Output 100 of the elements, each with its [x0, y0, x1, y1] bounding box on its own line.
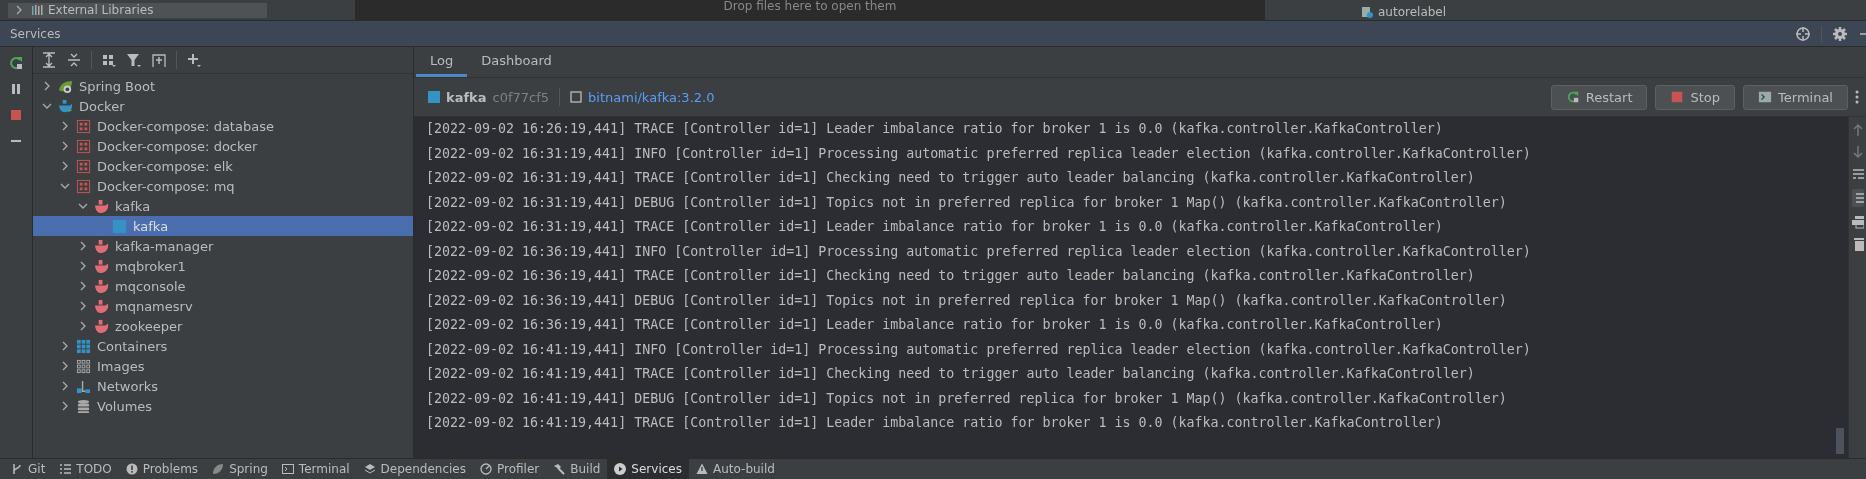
- tree-item[interactable]: Containers: [33, 336, 413, 356]
- whale-icon: [94, 318, 109, 334]
- tree-item[interactable]: External Libraries: [8, 2, 267, 18]
- scrollbar-thumb[interactable]: [1836, 428, 1844, 454]
- log-line: [2022-09-02 16:31:19,441] TRACE [Controller id=1] Checking need to trigger auto leader balancing (kafka.controller.KafkaController): [426, 169, 1476, 187]
- log-line: [2022-09-02 16:41:19,441] INFO [Controller id=1] Processing automatic preferred replica leader election (kafka.controller.KafkaController): [426, 340, 1532, 359]
- alert-icon: [125, 463, 138, 475]
- tree-item[interactable]: Docker: [33, 96, 413, 116]
- tree-item[interactable]: mqconsole: [33, 276, 413, 296]
- play-icon: [614, 463, 627, 475]
- log-line: [2022-09-02 16:36:19,441] TRACE [Controller id=1] Checking need to trigger auto leader balancing (kafka.controller.KafkaController): [426, 267, 1476, 285]
- tool-window-tab[interactable]: Spring: [205, 459, 275, 479]
- add-icon[interactable]: [186, 52, 202, 68]
- trash-icon[interactable]: [1852, 237, 1864, 251]
- image-link[interactable]: bitnami/kafka:3.2.0: [588, 89, 715, 105]
- whale-icon: [94, 238, 109, 254]
- tool-window-tab[interactable]: Problems: [118, 459, 206, 479]
- grid-icon: [76, 138, 91, 154]
- grid-icon: [76, 118, 91, 134]
- tool-window-tab[interactable]: Git: [4, 459, 53, 479]
- list-icon: [59, 463, 72, 475]
- new-tab-icon[interactable]: [151, 52, 167, 68]
- tool-window-tab[interactable]: Terminal: [274, 459, 357, 479]
- tool-window-tab[interactable]: Build: [546, 459, 608, 479]
- tree-item[interactable]: mqbroker1: [33, 256, 413, 276]
- printer-icon[interactable]: [1852, 215, 1864, 229]
- tree-item[interactable]: Docker-compose: elk: [33, 156, 413, 176]
- warning-icon: [695, 463, 708, 475]
- tool-window-tab[interactable]: Profiler: [473, 459, 547, 479]
- tree-item[interactable]: mqnamesrv: [33, 296, 413, 316]
- settings-icon[interactable]: [1832, 25, 1848, 42]
- stop-icon: [1670, 90, 1685, 104]
- dots-grid-icon: [76, 358, 91, 374]
- tree-item[interactable]: kafka: [33, 216, 413, 236]
- down-arrow-icon[interactable]: [1852, 145, 1864, 159]
- grid-icon: [76, 338, 91, 354]
- wrap-icon[interactable]: [1852, 167, 1864, 181]
- filter-icon[interactable]: [126, 52, 142, 68]
- group-icon[interactable]: [101, 52, 117, 68]
- log-line: [2022-09-02 16:36:19,441] DEBUG [Controller id=1] Topics not in preferred replica for broker 1 Map() (kafka.controller.KafkaController): [426, 291, 1508, 310]
- hammer-icon: [553, 463, 566, 475]
- tool-window-tab[interactable]: TODO: [52, 459, 119, 479]
- file-icon: [1360, 5, 1374, 19]
- tree-item[interactable]: kafka-manager: [33, 236, 413, 256]
- tool-window-tab[interactable]: Dependencies: [356, 459, 473, 479]
- square-icon: [570, 91, 583, 103]
- tree-item[interactable]: Docker-compose: database: [33, 116, 413, 136]
- log-line: [2022-09-02 16:31:19,441] DEBUG [Controller id=1] Topics not in preferred replica for broker 1 Map() (kafka.controller.KafkaController): [426, 193, 1508, 212]
- tool-window-tab[interactable]: Auto-build: [688, 459, 782, 479]
- network-icon: [76, 378, 91, 394]
- more-icon[interactable]: [1854, 89, 1860, 105]
- terminal-icon: [281, 463, 294, 475]
- collapse-all-icon[interactable]: [66, 52, 82, 68]
- tree-item[interactable]: Images: [33, 356, 413, 376]
- leaf-icon: [212, 463, 225, 475]
- whale-icon: [94, 198, 109, 214]
- layers-icon: [363, 463, 376, 475]
- file-item[interactable]: autorelabel: [1360, 4, 1447, 20]
- tree-item[interactable]: Networks: [33, 376, 413, 396]
- tree-item[interactable]: zookeeper: [33, 316, 413, 336]
- container-icon: [112, 218, 127, 234]
- branch-icon: [11, 463, 23, 475]
- log-line: [2022-09-02 16:26:19,441] TRACE [Controller id=1] Leader imbalance ratio for broker 1 is 0.0 (kafka.controller.KafkaController): [426, 120, 1444, 138]
- leaf-icon: [58, 78, 73, 94]
- action-button[interactable]: Stop: [1655, 84, 1736, 110]
- log-line: [2022-09-02 16:36:19,441] TRACE [Controller id=1] Leader imbalance ratio for broker 1 is 0.0 (kafka.controller.KafkaController): [426, 316, 1444, 334]
- whale-icon: [94, 258, 109, 274]
- tree-item[interactable]: Docker-compose: mq: [33, 176, 413, 196]
- crosshair-icon[interactable]: [1795, 25, 1811, 42]
- gauge-icon: [480, 463, 492, 475]
- log-line: [2022-09-02 16:41:19,441] TRACE [Controller id=1] Checking need to trigger auto leader balancing (kafka.controller.KafkaController): [426, 365, 1476, 383]
- tree-item[interactable]: Docker-compose: docker: [33, 136, 413, 156]
- restart-icon: [1565, 90, 1580, 104]
- up-arrow-icon[interactable]: [1852, 123, 1864, 137]
- expand-all-icon[interactable]: [41, 52, 57, 68]
- log-line: [2022-09-02 16:41:19,441] DEBUG [Controller id=1] Topics not in preferred replica for broker 1 Map() (kafka.controller.KafkaController): [426, 389, 1508, 408]
- restart-icon[interactable]: [8, 55, 24, 71]
- action-button[interactable]: Restart: [1550, 84, 1648, 110]
- editor-hint: Drop files here to open them: [723, 0, 897, 12]
- terminal-icon: [1758, 90, 1773, 104]
- stop-icon[interactable]: [8, 107, 24, 123]
- log-line: [2022-09-02 16:41:19,441] TRACE [Controller id=1] Leader imbalance ratio for broker 1 is 0.0 (kafka.controller.KafkaController): [426, 414, 1444, 432]
- scroll-end-icon[interactable]: [1852, 189, 1864, 207]
- tab[interactable]: Log: [416, 47, 468, 77]
- tree-item[interactable]: Spring Boot: [33, 76, 413, 96]
- container-name: kafka: [446, 89, 487, 105]
- container-id: c0f77cf5: [492, 89, 550, 105]
- whale-icon: [58, 98, 73, 114]
- window-title: Services: [10, 26, 61, 41]
- log-line: [2022-09-02 16:31:19,441] TRACE [Controller id=1] Leader imbalance ratio for broker 1 is 0.0 (kafka.controller.KafkaController): [426, 218, 1444, 236]
- database-icon: [76, 398, 91, 414]
- action-button[interactable]: Terminal: [1743, 84, 1848, 110]
- whale-icon: [94, 298, 109, 314]
- container-icon: [428, 91, 440, 103]
- log-line: [2022-09-02 16:36:19,441] INFO [Controller id=1] Processing automatic preferred replica leader election (kafka.controller.KafkaController): [426, 242, 1532, 261]
- grid-icon: [76, 158, 91, 174]
- tab[interactable]: Dashboard: [467, 47, 566, 77]
- tree-item[interactable]: kafka: [33, 196, 413, 216]
- tool-window-tab[interactable]: Services: [607, 459, 689, 479]
- tree-item[interactable]: Volumes: [33, 396, 413, 416]
